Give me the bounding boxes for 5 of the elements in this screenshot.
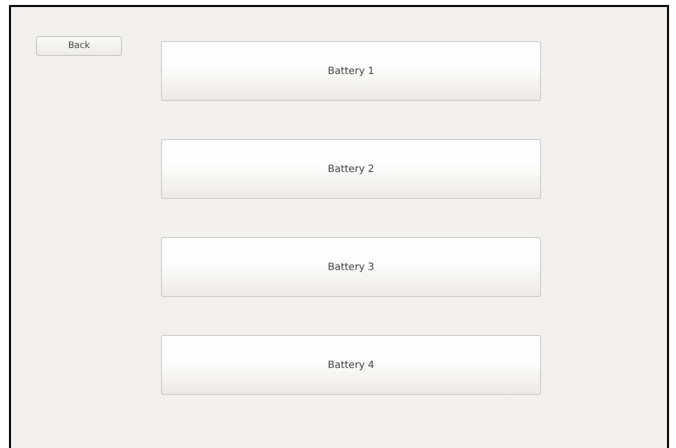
battery-button[interactable]: Battery 2 (161, 139, 541, 199)
battery-button[interactable]: Battery 1 (161, 41, 541, 101)
battery-button[interactable]: Battery 3 (161, 237, 541, 297)
back-button[interactable]: Back (36, 36, 122, 56)
battery-button[interactable]: Battery 4 (161, 335, 541, 395)
